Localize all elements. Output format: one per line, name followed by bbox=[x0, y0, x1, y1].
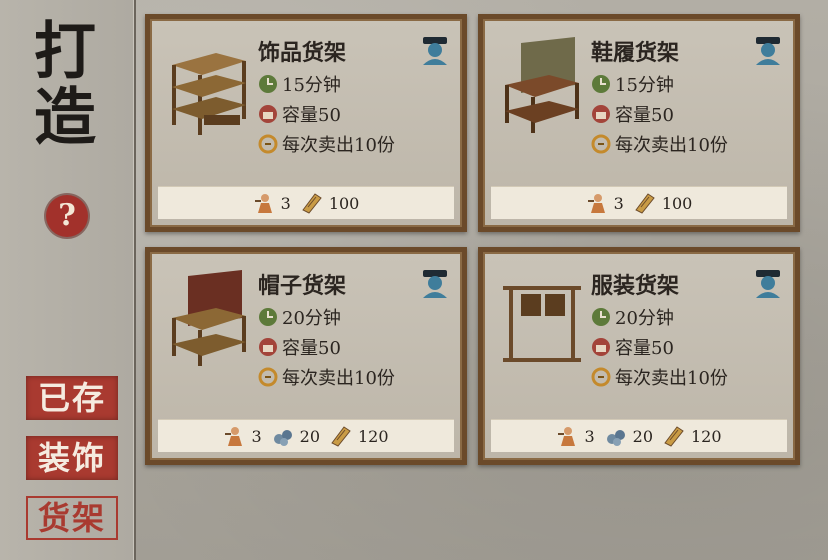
basket-icon bbox=[259, 338, 277, 356]
basket-icon bbox=[259, 105, 277, 123]
basket-icon bbox=[592, 105, 610, 123]
wood-plank-icon bbox=[331, 426, 351, 447]
sell-rate: 每次卖出10份 bbox=[591, 131, 728, 157]
shelf-name: 鞋履货架 bbox=[591, 40, 680, 66]
page-title: 打造 bbox=[23, 18, 96, 150]
capacity-text: 容量50 bbox=[282, 105, 341, 126]
sell-rate-text: 每次卖出10份 bbox=[282, 135, 395, 156]
cost-bar: 3 20 120 bbox=[491, 419, 787, 452]
cost-value: 3 bbox=[613, 193, 624, 213]
shelf-card-hat[interactable]: 帽子货架 20分钟 容量50 每次卖出10份 3 20 120 bbox=[145, 247, 467, 465]
sell-rate-text: 每次卖出10份 bbox=[615, 368, 728, 389]
cost-stone: 20 bbox=[605, 425, 653, 447]
worker-icon bbox=[254, 194, 272, 213]
build-time: 15分钟 bbox=[591, 71, 674, 97]
capacity-text: 容量50 bbox=[282, 338, 341, 359]
merchant-icon bbox=[756, 37, 780, 65]
cost-stone: 20 bbox=[272, 425, 320, 447]
clothing-rack-image bbox=[503, 286, 581, 362]
cost-bar: 3 100 bbox=[158, 186, 454, 219]
sell-rate: 每次卖出10份 bbox=[258, 364, 395, 390]
wood-plank-icon bbox=[302, 193, 322, 214]
build-time-text: 15分钟 bbox=[282, 75, 341, 96]
cost-wood: 120 bbox=[330, 425, 389, 447]
basket-icon bbox=[592, 338, 610, 356]
cost-value: 3 bbox=[584, 426, 595, 446]
sell-rate: 每次卖出10份 bbox=[591, 364, 728, 390]
wood-plank-icon bbox=[635, 193, 655, 214]
capacity-text: 容量50 bbox=[615, 338, 674, 359]
shelf-name: 服装货架 bbox=[591, 273, 680, 299]
cost-value: 100 bbox=[328, 193, 360, 213]
accessory-shelf-image bbox=[172, 53, 246, 135]
cost-worker: 3 bbox=[586, 192, 624, 214]
cost-wood: 120 bbox=[663, 425, 722, 447]
wood-plank-icon bbox=[664, 426, 684, 447]
cost-value: 120 bbox=[358, 426, 389, 446]
capacity: 容量50 bbox=[591, 334, 674, 360]
coin-icon bbox=[591, 367, 611, 387]
clock-icon bbox=[259, 308, 277, 326]
build-time-text: 20分钟 bbox=[282, 308, 341, 329]
capacity-text: 容量50 bbox=[615, 105, 674, 126]
cost-value: 3 bbox=[280, 193, 291, 213]
merchant-icon bbox=[423, 37, 447, 65]
capacity: 容量50 bbox=[591, 101, 674, 127]
merchant-icon bbox=[756, 270, 780, 298]
capacity: 容量50 bbox=[258, 101, 341, 127]
help-button[interactable]: ? bbox=[46, 195, 88, 237]
cost-value: 120 bbox=[691, 426, 722, 446]
cost-value: 20 bbox=[299, 426, 320, 446]
stone-icon bbox=[606, 430, 625, 446]
cost-worker: 3 bbox=[223, 425, 262, 447]
shelf-card-shoes[interactable]: 鞋履货架 15分钟 容量50 每次卖出10份 3 100 bbox=[478, 14, 800, 232]
merchant-icon bbox=[423, 270, 447, 298]
capacity: 容量50 bbox=[258, 334, 341, 360]
sidebar: 打造 ? 已存 装饰 货架 bbox=[0, 0, 136, 560]
shelf-card-clothing[interactable]: 服装货架 20分钟 容量50 每次卖出10份 3 20 120 bbox=[478, 247, 800, 465]
build-time-text: 15分钟 bbox=[615, 75, 674, 96]
build-time: 15分钟 bbox=[258, 71, 341, 97]
cost-worker: 3 bbox=[556, 425, 595, 447]
tab-decoration[interactable]: 装饰 bbox=[26, 436, 118, 480]
cost-bar: 3 20 120 bbox=[158, 419, 454, 452]
hat-shelf-image bbox=[172, 270, 246, 366]
build-time: 20分钟 bbox=[591, 304, 674, 330]
tab-saved[interactable]: 已存 bbox=[26, 376, 118, 420]
cost-bar: 3 100 bbox=[491, 186, 787, 219]
cost-value: 20 bbox=[632, 426, 653, 446]
cost-worker: 3 bbox=[253, 192, 291, 214]
shelf-name: 帽子货架 bbox=[258, 273, 347, 299]
worker-icon bbox=[225, 427, 243, 446]
cost-wood: 100 bbox=[301, 192, 360, 214]
shelf-name: 饰品货架 bbox=[258, 40, 347, 66]
build-time-text: 20分钟 bbox=[615, 308, 674, 329]
coin-icon bbox=[258, 367, 278, 387]
clock-icon bbox=[592, 75, 610, 93]
cost-value: 3 bbox=[251, 426, 262, 446]
worker-icon bbox=[558, 427, 576, 446]
sell-rate: 每次卖出10份 bbox=[258, 131, 395, 157]
worker-icon bbox=[587, 194, 605, 213]
sell-rate-text: 每次卖出10份 bbox=[615, 135, 728, 156]
tab-shelf[interactable]: 货架 bbox=[26, 496, 118, 540]
coin-icon bbox=[591, 134, 611, 154]
shoe-shelf-image bbox=[505, 37, 579, 133]
build-time: 20分钟 bbox=[258, 304, 341, 330]
cost-wood: 100 bbox=[634, 192, 693, 214]
stone-icon bbox=[273, 430, 292, 446]
shelf-card-accessory[interactable]: 饰品货架 15分钟 容量50 每次卖出10份 3 100 bbox=[145, 14, 467, 232]
clock-icon bbox=[259, 75, 277, 93]
cost-value: 100 bbox=[661, 193, 693, 213]
clock-icon bbox=[592, 308, 610, 326]
sell-rate-text: 每次卖出10份 bbox=[282, 368, 395, 389]
coin-icon bbox=[258, 134, 278, 154]
